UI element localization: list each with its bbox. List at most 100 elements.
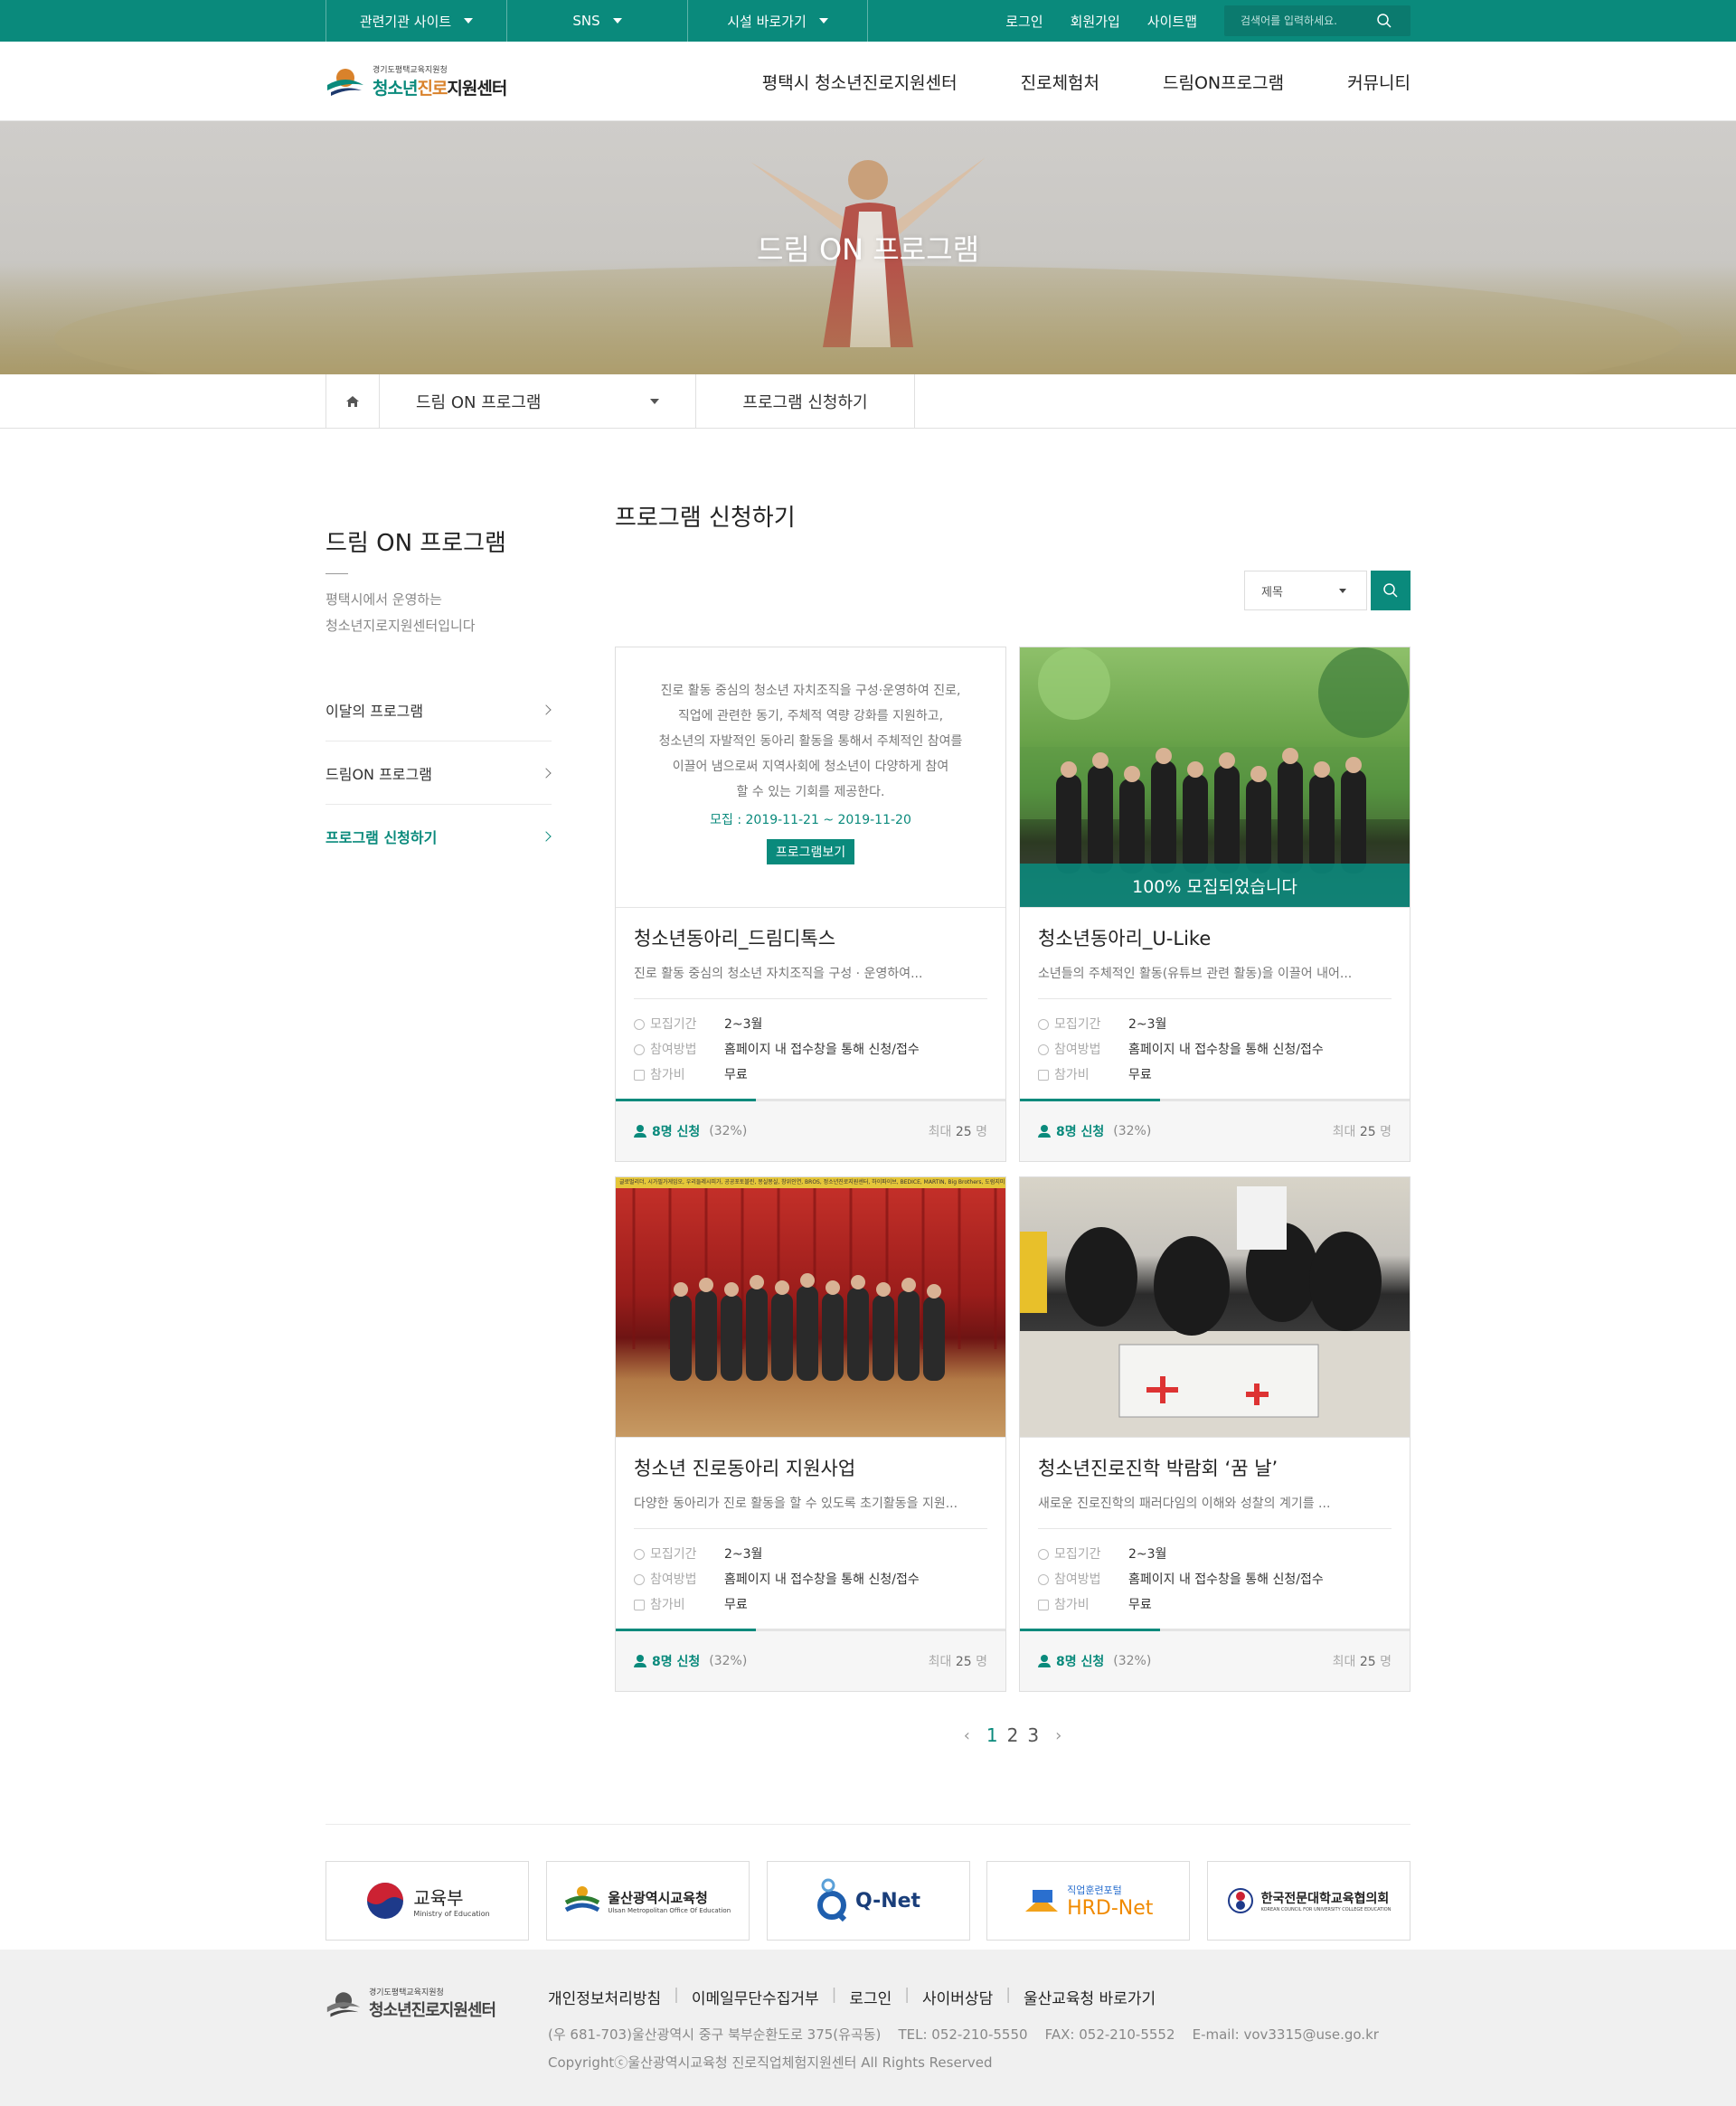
footer-logo[interactable]: 경기도평택교육지원청 청소년진로지원센터 [326, 1986, 548, 2072]
nav-dreamon[interactable]: 드림ON프로그램 [1163, 70, 1284, 94]
partner-ulsan-edu[interactable]: 울산광역시교육청 Ulsan Metropolitan Office Of Edu… [545, 1861, 750, 1941]
clock-icon [1038, 1019, 1049, 1030]
applicant-count: 8명 신청 (32%) [1038, 1652, 1151, 1670]
search-field-select[interactable]: 제목 [1244, 571, 1367, 610]
board-search: 제목 [615, 571, 1410, 610]
apply-method: 홈페이지 내 접수창을 통해 신청/접수 [1128, 1043, 1324, 1057]
footer-login-link[interactable]: 로그인 [849, 1986, 892, 2008]
ulsan-edu-logo-icon [565, 1886, 600, 1912]
sidebar-item-monthly[interactable]: 이달의 프로그램 [326, 678, 552, 741]
club-names-strip: 글로벌리더, 시가필가게임오, 우리들레시피가, 공공포토블린, 몽실몽실, 창… [616, 1177, 1005, 1188]
privacy-policy-link[interactable]: 개인정보처리방침 [548, 1986, 661, 2008]
card-title[interactable]: 청소년동아리_U-Like [1038, 924, 1392, 951]
breadcrumb-current[interactable]: 프로그램 신청하기 [696, 374, 915, 429]
sidebar-item-apply[interactable]: 프로그램 신청하기 [326, 805, 552, 868]
intro-period: 모집 : 2019-11-21 ~ 2019-11-20 [710, 813, 911, 827]
site-logo[interactable]: 경기도평택교육지원청 청소년진로지원센터 [326, 61, 507, 101]
intro-line: 이끌어 냄으로써 지역사회에 청소년이 다양하게 참여 [672, 760, 949, 774]
partner-qnet[interactable]: Q-Net [766, 1861, 970, 1941]
recruit-progress-bar [616, 1099, 1005, 1101]
calendar-icon [1038, 1070, 1049, 1081]
program-card[interactable]: 100% 모집되었습니다 청소년동아리_U-Like 소년들의 주체적인 활동(… [1019, 647, 1410, 1162]
program-card[interactable]: 청소년진로진학 박람회 ‘꿈 날’ 새로운 진로진학의 패러다임의 이해와 성찰… [1019, 1176, 1410, 1692]
partner-moe[interactable]: 교육부 Ministry of Education [326, 1861, 529, 1941]
applicant-count: 8명 신청 (32%) [634, 1122, 747, 1140]
applicant-count: 8명 신청 (32%) [634, 1652, 747, 1670]
page-1[interactable]: 1 [986, 1724, 998, 1746]
program-card[interactable]: 글로벌리더, 시가필가게임오, 우리들레시피가, 공공포토블린, 몽실몽실, 창… [615, 1176, 1006, 1692]
next-page-icon[interactable]: › [1048, 1726, 1069, 1745]
caret-down-icon [1339, 588, 1346, 593]
partner-hrdnet[interactable]: 직업훈련포털 HRD-Net [986, 1861, 1191, 1941]
search-icon [1383, 583, 1398, 598]
intro-line: 진로 활동 중심의 청소년 자치조직을 구성·운영하여 진로, [660, 684, 961, 698]
ulsan-edu-link[interactable]: 울산교육청 바로가기 [1024, 1986, 1156, 2008]
card-photo: 100% 모집되었습니다 [1020, 647, 1410, 908]
chevron-right-icon [541, 831, 552, 842]
breadcrumb: 드림 ON 프로그램 프로그램 신청하기 [0, 374, 1736, 429]
footer-address: (우 681-703)울산광역시 중구 북부순환도로 375(유곡동) TEL:… [548, 2026, 1379, 2043]
fee: 무료 [1128, 1068, 1152, 1082]
top-search-box [1224, 5, 1410, 36]
site-header: 경기도평택교육지원청 청소년진로지원센터 평택시 청소년진로지원센터 진로체험처… [0, 42, 1736, 121]
login-link[interactable]: 로그인 [1005, 12, 1043, 31]
target-icon [634, 1574, 645, 1585]
chevron-right-icon [541, 704, 552, 715]
calendar-icon [634, 1070, 645, 1081]
signup-link[interactable]: 회원가입 [1071, 12, 1120, 31]
hrdnet-logo-icon [1025, 1890, 1059, 1912]
partner-kcce[interactable]: 한국전문대학교육협의회 KOREAN COUNCIL FOR UNIVERSITY… [1207, 1861, 1410, 1941]
apply-method: 홈페이지 내 접수창을 통해 신청/접수 [724, 1043, 920, 1057]
recruit-period: 2~3월 [1128, 1547, 1167, 1562]
recruit-progress-bar [616, 1629, 1005, 1631]
partner-banners: 교육부 Ministry of Education 울산광역시교육청 Ulsan M… [0, 1824, 1736, 1941]
sidebar-item-dreamon[interactable]: 드림ON 프로그램 [326, 741, 552, 805]
caret-down-icon [612, 18, 622, 24]
card-title[interactable]: 청소년진로진학 박람회 ‘꿈 날’ [1038, 1454, 1392, 1481]
email-refusal-link[interactable]: 이메일무단수집거부 [692, 1986, 819, 2008]
intro-line: 청소년의 자발적인 동아리 활동을 통해서 주체적인 참여를 [658, 734, 963, 749]
prev-page-icon[interactable]: ‹ [957, 1726, 977, 1745]
intro-line: 직업에 관련한 동기, 주체적 역량 강화를 지원하고, [677, 709, 944, 723]
nav-center[interactable]: 평택시 청소년진로지원센터 [762, 70, 958, 94]
main-nav: 평택시 청소년진로지원센터 진로체험처 드림ON프로그램 커뮤니티 [762, 70, 1410, 94]
fee: 무료 [724, 1068, 748, 1082]
sns-dropdown[interactable]: SNS [506, 0, 687, 42]
user-icon [1038, 1655, 1051, 1667]
recruit-period: 2~3월 [724, 1017, 763, 1032]
related-sites-dropdown[interactable]: 관련기관 사이트 [326, 0, 506, 42]
breadcrumb-section-dropdown[interactable]: 드림 ON 프로그램 [380, 374, 696, 429]
pagination: ‹ 1 2 3 › [615, 1724, 1410, 1746]
sidebar-description: 평택시에서 운영하는 청소년지로지원센터입니다 [326, 591, 476, 634]
qnet-logo-icon [816, 1878, 847, 1922]
program-card[interactable]: 진로 활동 중심의 청소년 자치조직을 구성·운영하여 진로, 직업에 관련한 … [615, 647, 1006, 1162]
caret-down-icon [464, 18, 474, 24]
logo-mark-icon [327, 69, 363, 96]
logo-mark-icon [326, 1992, 361, 2017]
applicant-count: 8명 신청 (32%) [1038, 1122, 1151, 1140]
card-title[interactable]: 청소년동아리_드림디톡스 [634, 924, 987, 951]
sitemap-link[interactable]: 사이트맵 [1147, 12, 1197, 31]
max-capacity: 최대 25 명 [928, 1655, 987, 1669]
view-program-button[interactable]: 프로그램보기 [766, 839, 855, 864]
nav-experience[interactable]: 진로체험처 [1021, 70, 1099, 94]
cyber-counsel-link[interactable]: 사이버상담 [922, 1986, 993, 2008]
sidebar-menu: 이달의 프로그램 드림ON 프로그램 프로그램 신청하기 [326, 678, 552, 868]
search-button[interactable] [1371, 571, 1410, 610]
max-capacity: 최대 25 명 [1332, 1655, 1392, 1669]
nav-community[interactable]: 커뮤니티 [1347, 70, 1410, 94]
page-2[interactable]: 2 [1007, 1724, 1019, 1746]
facility-shortcut-dropdown[interactable]: 시설 바로가기 [687, 0, 868, 42]
home-button[interactable] [326, 374, 380, 429]
sidebar: 드림 ON 프로그램 평택시에서 운영하는 청소년지로지원센터입니다 이달의 프… [326, 499, 552, 1746]
search-icon[interactable] [1376, 13, 1392, 29]
max-capacity: 최대 25 명 [1332, 1125, 1392, 1139]
card-title[interactable]: 청소년 진로동아리 지원사업 [634, 1454, 987, 1481]
card-photo: 글로벌리더, 시가필가게임오, 우리들레시피가, 공공포토블린, 몽실몽실, 창… [616, 1177, 1005, 1438]
page-3[interactable]: 3 [1027, 1724, 1039, 1746]
hero-banner: 드림 ON 프로그램 [0, 121, 1736, 374]
program-grid: 진로 활동 중심의 청소년 자치조직을 구성·운영하여 진로, 직업에 관련한 … [615, 647, 1410, 1692]
top-search-input[interactable] [1241, 14, 1376, 27]
clock-icon [1038, 1549, 1049, 1560]
intro-line: 할 수 있는 기회를 제공한다. [736, 785, 885, 799]
